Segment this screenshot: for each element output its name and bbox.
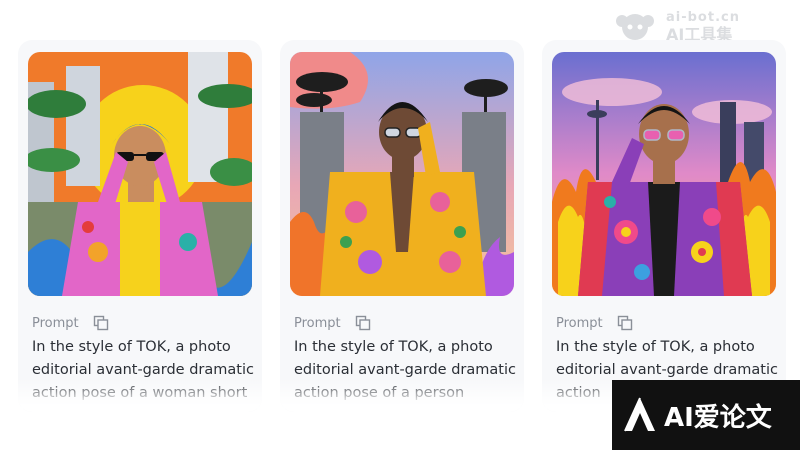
copy-icon[interactable] <box>355 315 371 331</box>
generated-image[interactable] <box>28 52 252 296</box>
copy-icon[interactable] <box>617 315 633 331</box>
text-fade <box>18 378 262 412</box>
prompt-header: Prompt <box>294 312 371 334</box>
fashion-photo-icon <box>552 52 776 296</box>
fashion-photo-icon <box>28 52 252 296</box>
brand-logo-text: AI爱论文 <box>664 402 772 433</box>
prompt-label: Prompt <box>32 315 79 331</box>
prompt-card[interactable]: Prompt In the style of TOK, a photo edit… <box>18 40 262 412</box>
generated-image[interactable] <box>290 52 514 296</box>
generated-image[interactable] <box>552 52 776 296</box>
prompt-header: Prompt <box>556 312 633 334</box>
copy-icon[interactable] <box>93 315 109 331</box>
brand-logo-icon <box>624 397 655 432</box>
prompt-header: Prompt <box>32 312 109 334</box>
watermark-domain: ai-bot.cn <box>666 10 740 25</box>
prompt-card[interactable]: Prompt In the style of TOK, a photo edit… <box>542 40 786 412</box>
robot-logo-icon <box>616 14 654 40</box>
prompt-card[interactable]: Prompt In the style of TOK, a photo edit… <box>280 40 524 412</box>
text-fade <box>280 378 524 412</box>
prompt-label: Prompt <box>556 315 603 331</box>
prompt-label: Prompt <box>294 315 341 331</box>
brand-logo-bar: AI爱论文 <box>612 380 800 450</box>
fashion-photo-icon <box>290 52 514 296</box>
